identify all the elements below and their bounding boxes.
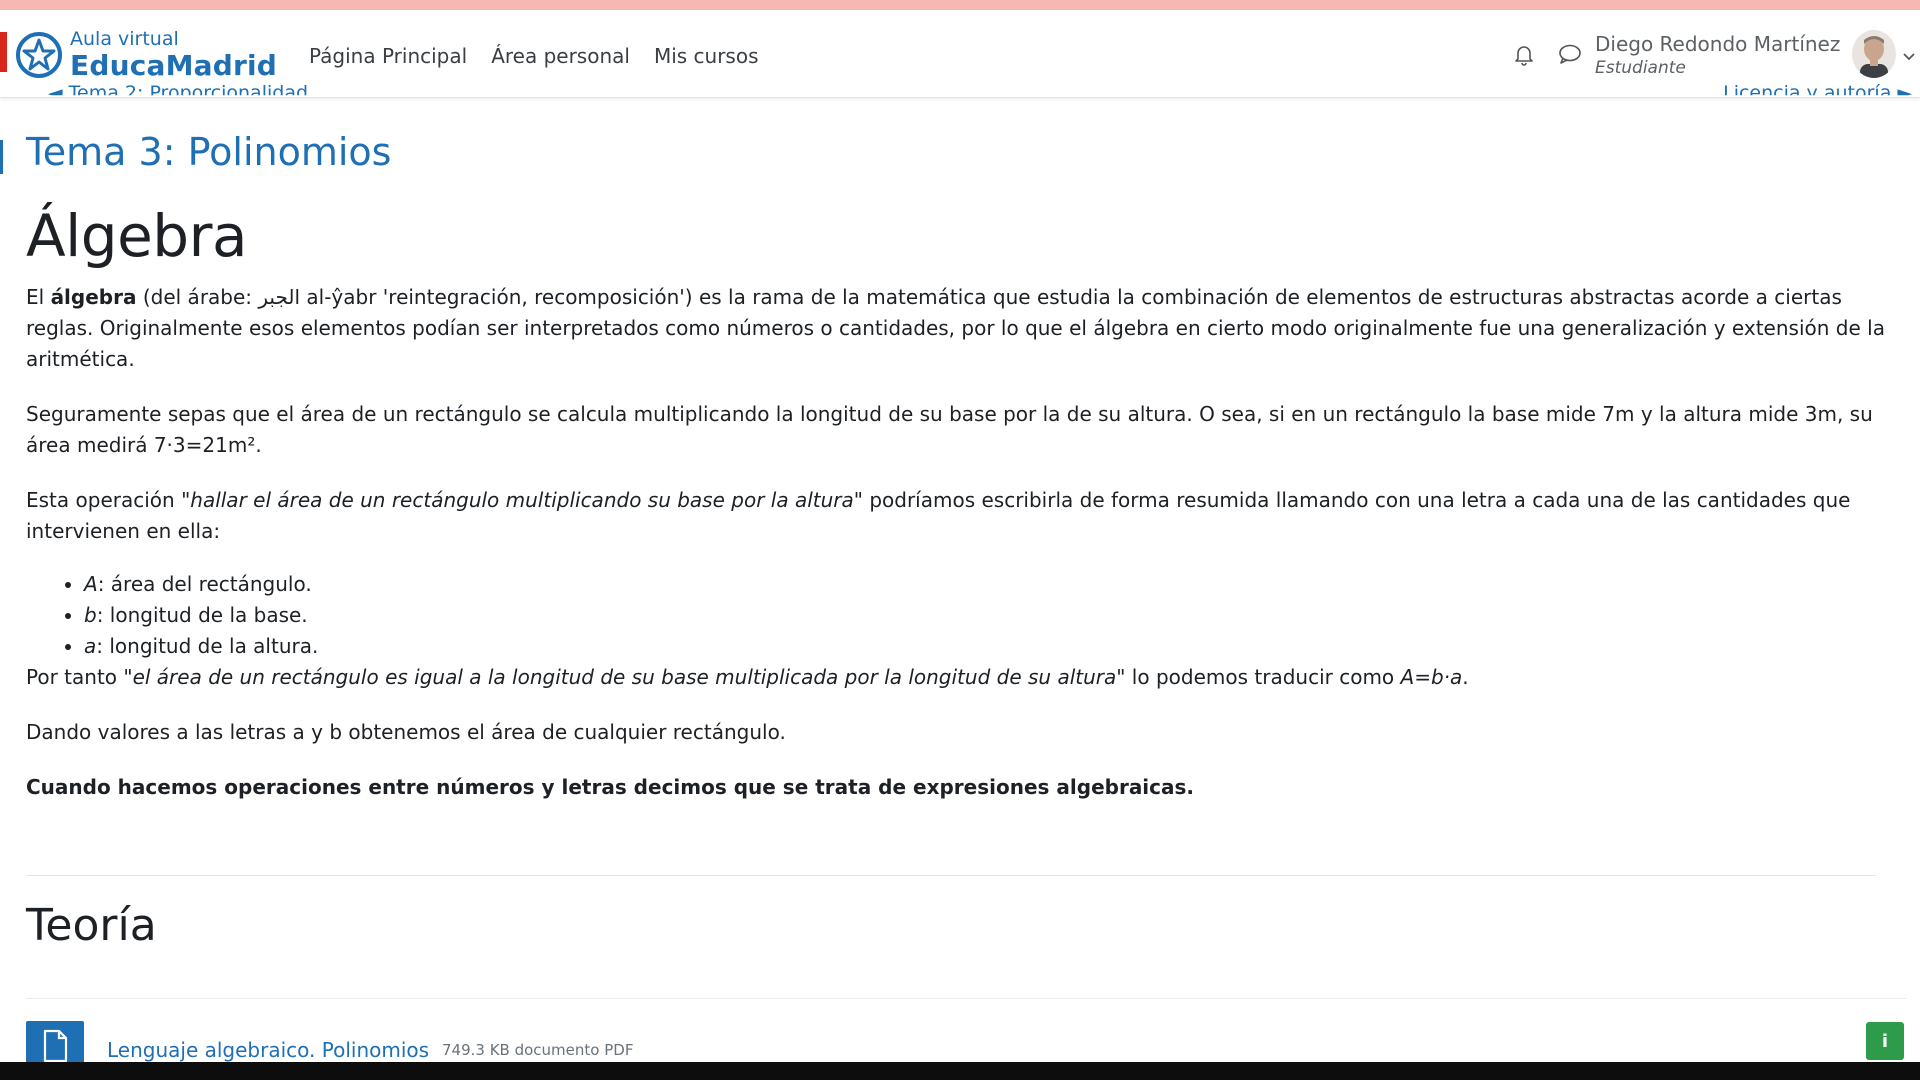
chat-icon [1559, 44, 1581, 64]
section-divider [26, 875, 1876, 876]
activity-divider [26, 998, 1906, 999]
values-paragraph: Dando valores a las letras a y b obtenem… [26, 720, 786, 744]
list-item: a: longitud de la altura. [84, 631, 1910, 662]
variable-symbol: a [84, 634, 97, 658]
user-role: Estudiante [1595, 58, 1686, 78]
logo-title: EducaMadrid [70, 49, 278, 82]
section-marker [0, 140, 3, 174]
intro-rest: (del árabe: الجبر al-ŷabr 'reintegración… [26, 285, 1885, 371]
variable-desc: : longitud de la altura. [96, 634, 319, 658]
messages-button[interactable] [1556, 40, 1584, 68]
side-red-tab [0, 32, 7, 72]
p4-end: . [1462, 665, 1469, 689]
list-item: A: área del rectángulo. [84, 569, 1910, 600]
operation-paragraph: Esta operación "hallar el área de un rec… [26, 485, 1910, 547]
list-item: b: longitud de la base. [84, 600, 1910, 631]
avatar-image [1852, 30, 1896, 78]
variable-symbol: b [84, 603, 97, 627]
resource-link[interactable]: Lenguaje algebraico. Polinomios [107, 1038, 429, 1062]
p3-italic: "hallar el área de un rectángulo multipl… [181, 488, 863, 512]
taskbar-strip [0, 1062, 1920, 1080]
formula-paragraph: Por tanto "el área de un rectángulo es i… [26, 662, 1910, 693]
area-formula: A=b·a [1400, 665, 1463, 689]
section-title: Tema 3: Polinomios [26, 130, 392, 174]
conclusion-bold: Cuando hacemos operaciones entre números… [26, 775, 1195, 799]
variable-desc: : área del rectángulo. [97, 572, 312, 596]
p3-prefix: Esta operación [26, 488, 182, 512]
user-name: Diego Redondo Martínez [1595, 32, 1841, 56]
main-nav: Página Principal Área personal Mis curso… [309, 44, 759, 68]
variable-desc: : longitud de la base. [96, 603, 308, 627]
rectangle-paragraph: Seguramente sepas que el área de un rect… [26, 402, 1873, 457]
nav-mis-cursos[interactable]: Mis cursos [654, 44, 759, 68]
educamadrid-logo[interactable]: Aula virtual EducaMadrid [15, 30, 277, 80]
teoria-heading: Teoría [26, 900, 157, 951]
next-topic-link[interactable]: Licencia y autoría ► [1723, 82, 1912, 95]
conclusion-paragraph: Cuando hacemos operaciones entre números… [26, 772, 1910, 803]
previous-topic-link[interactable]: ◄ Tema 2: Proporcionalidad [48, 82, 308, 95]
intro-bold: álgebra [50, 285, 137, 309]
info-button[interactable]: i [1866, 1022, 1904, 1060]
nav-area-personal[interactable]: Área personal [491, 44, 630, 68]
document-icon [43, 1029, 68, 1063]
page-heading: Álgebra [26, 202, 248, 270]
star-logo-icon [16, 32, 62, 78]
chevron-down-icon[interactable] [1902, 52, 1916, 62]
p4-mid: lo podemos traducir como [1125, 665, 1401, 689]
avatar[interactable] [1852, 30, 1896, 78]
variable-symbol: A [84, 572, 98, 596]
logo-subtitle: Aula virtual [70, 28, 179, 50]
p4-prefix: Por tanto [26, 665, 124, 689]
bell-icon [1515, 46, 1533, 66]
intro-paragraph: El álgebra (del árabe: الجبر al-ŷabr 're… [26, 282, 1910, 375]
user-menu[interactable]: Diego Redondo Martínez Estudiante [1595, 32, 1840, 78]
main-content: Tema 3: Polinomios Álgebra El álgebra (d… [26, 130, 1910, 827]
intro-prefix: El [26, 285, 51, 309]
resource-meta: 749.3 KB documento PDF [442, 1041, 634, 1059]
nav-pagina-principal[interactable]: Página Principal [309, 44, 467, 68]
notifications-button[interactable] [1510, 40, 1538, 68]
browser-top-strip [0, 0, 1920, 10]
variables-list: A: área del rectángulo. b: longitud de l… [26, 569, 1910, 662]
p4-italic: "el área de un rectángulo es igual a la … [123, 665, 1126, 689]
